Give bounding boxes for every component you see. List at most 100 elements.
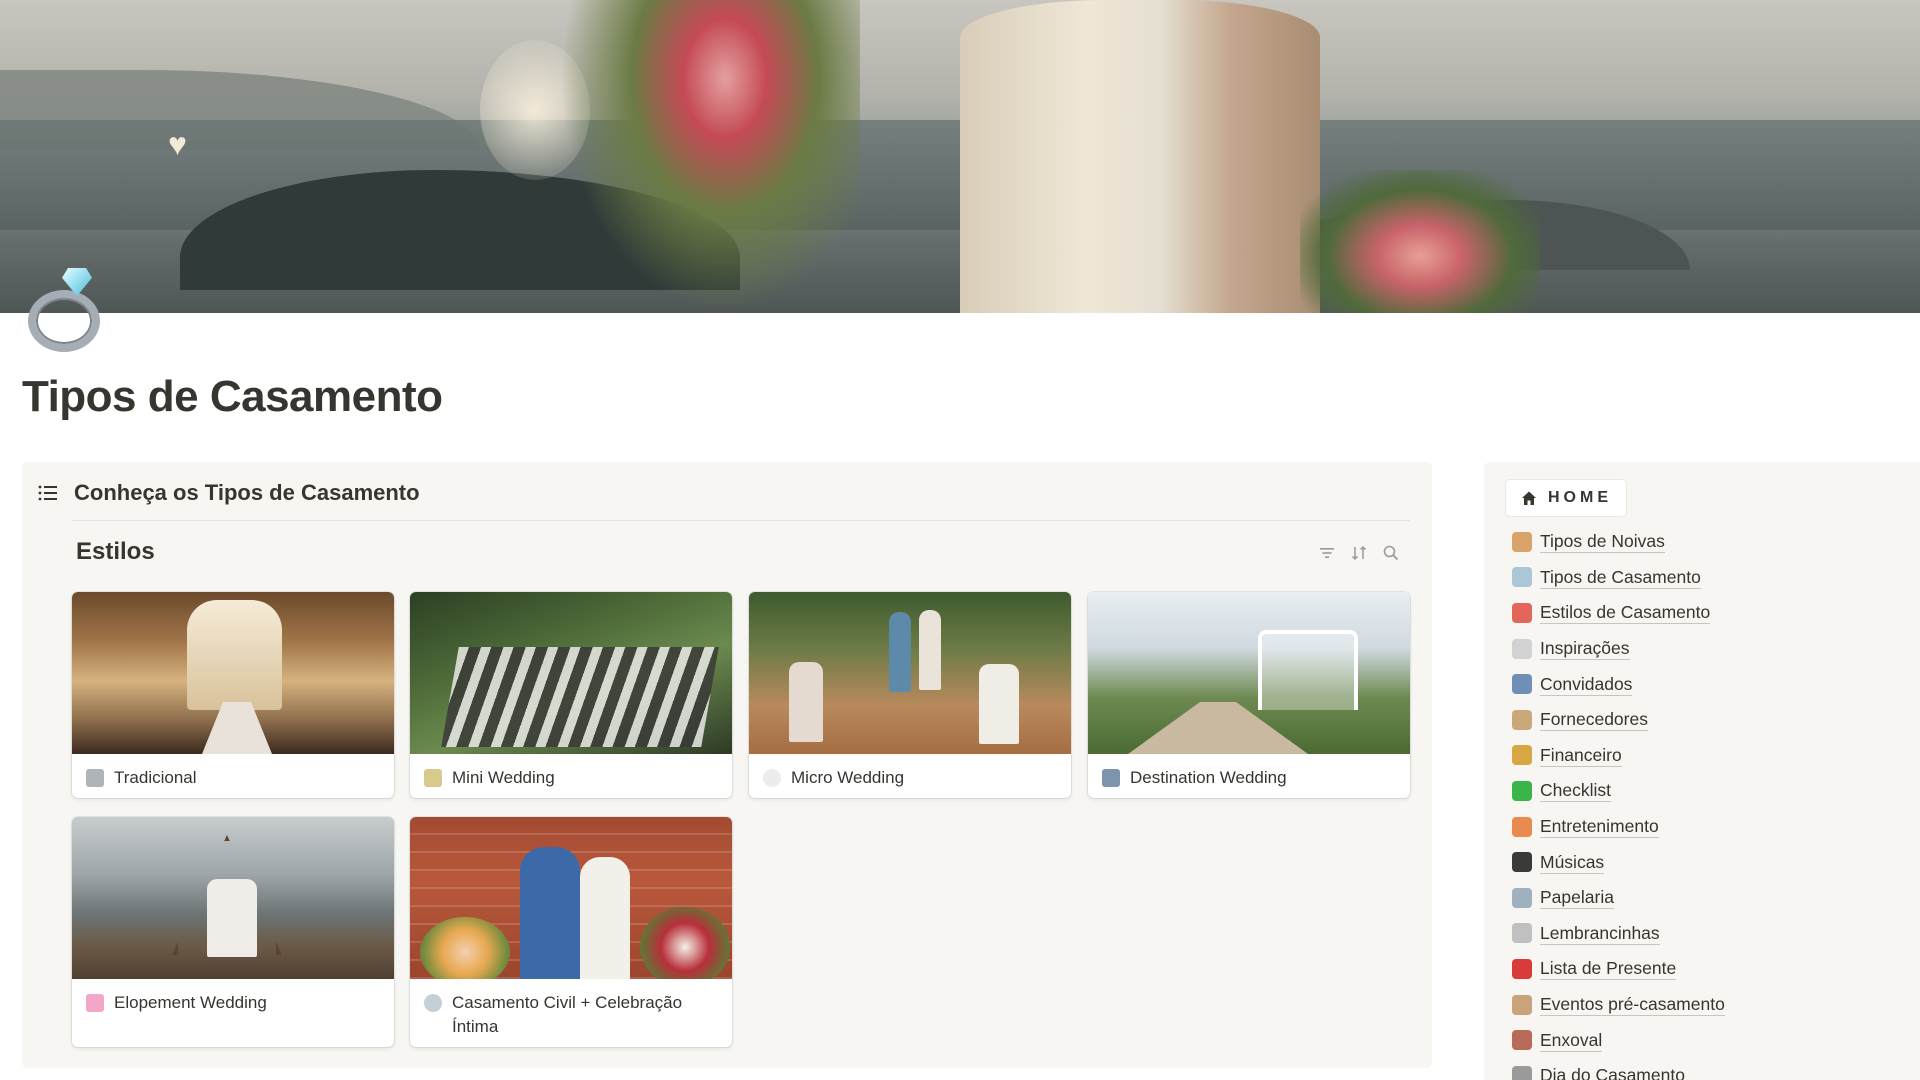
card-title: Elopement Wedding [114,993,267,1012]
gallery-card-micro-wedding[interactable]: Micro Wedding [749,592,1071,798]
person [580,857,630,979]
ring-band [28,290,100,352]
heart-icon: ♥ [168,126,187,162]
nav-item[interactable]: Papelaria [1512,880,1725,916]
person [889,612,911,692]
ring-icon[interactable] [24,262,108,358]
card-caption: Tradicional [72,754,394,798]
gallery-card-destination-wedding[interactable]: Destination Wedding [1088,592,1410,798]
nav-item[interactable]: Eventos pré-casamento [1512,987,1725,1023]
card-cover-image [749,592,1071,754]
nav-item[interactable]: Financeiro [1512,738,1725,774]
card-title: Casamento Civil + Celebração Íntima [452,993,683,1036]
nav-list: Tipos de Noivas Tipos de Casamento Estilos… [1512,524,1725,1080]
champagne-icon [1512,994,1532,1015]
card-caption: Micro Wedding [749,754,1071,798]
toggle-title: Conheça os Tipos de Casamento [74,480,420,505]
nav-item-label: Convidados [1540,673,1633,696]
bouquet [640,907,730,979]
sort-icon[interactable] [1350,544,1368,562]
church-icon [86,769,104,787]
nav-item-label: Fornecedores [1540,709,1648,732]
card-cover-image [72,817,394,979]
cover-flowers [1300,170,1540,313]
card-title: Destination Wedding [1130,768,1287,787]
person [520,847,580,979]
nav-item-label: Lista de Presente [1540,958,1677,981]
people-icon [1512,674,1532,695]
nav-item-label: Músicas [1540,851,1605,874]
nav-item[interactable]: Músicas [1512,844,1725,880]
search-icon[interactable] [1382,544,1400,562]
card-caption: Destination Wedding [1088,754,1410,798]
nav-item-label: Tipos de Noivas [1540,531,1665,554]
page-cover-image: ♥ [0,0,1920,313]
cover-couple [960,0,1320,313]
nav-item-label: Enxoval [1540,1029,1603,1052]
nav-item-label: Dia do Casamento [1540,1064,1685,1080]
nav-item-label: Tipos de Casamento [1540,566,1701,589]
music-notes-icon [1512,852,1532,873]
gift-icon [1512,923,1532,944]
gallery-card-elopement-wedding[interactable]: Elopement Wedding [72,817,394,1047]
nav-item[interactable]: Tipos de Noivas [1512,524,1725,560]
list-icon [38,485,57,501]
nav-item[interactable]: Checklist [1512,773,1725,809]
card-cover-image [72,592,394,754]
white-heart-icon [763,769,781,787]
ring-icon [424,994,442,1012]
party-popper-icon [1512,816,1532,837]
card-cover-image [410,592,732,754]
toggle-header[interactable]: Conheça os Tipos de Casamento [38,480,420,506]
church-icon [1512,1065,1532,1080]
couple [207,879,257,957]
gallery-card-mini-wedding[interactable]: Mini Wedding [410,592,732,798]
bouquet-icon [1512,602,1532,623]
money-bag-icon [1512,745,1532,766]
database-title[interactable]: Estilos [76,538,155,566]
airplane-icon [1102,769,1120,787]
filter-icon[interactable] [1318,544,1336,562]
champagne-icon [424,769,442,787]
card-title: Tradicional [114,768,197,787]
chair-rows [441,647,719,747]
nav-item-label: Checklist [1540,780,1611,803]
nav-item[interactable]: Lista de Presente [1512,951,1725,987]
bouquet-icon [86,994,104,1012]
page-title: Tipos de Casamento [22,372,443,421]
card-title: Mini Wedding [452,768,555,787]
check-box-icon [1512,780,1532,801]
card-caption: Mini Wedding [410,754,732,798]
nav-item-label: Eventos pré-casamento [1540,994,1725,1017]
nav-item[interactable]: Entretenimento [1512,809,1725,845]
present-icon [1512,958,1532,979]
gallery-card-casamento-civil[interactable]: Casamento Civil + Celebração Íntima [410,817,732,1047]
pen-icon [1512,887,1532,908]
card-title: Micro Wedding [791,768,905,787]
person [919,610,941,690]
toggle-block: Conheça os Tipos de Casamento Estilos Tr… [22,462,1432,1068]
gazebo [1258,630,1358,710]
database-toolbar [1318,544,1400,562]
gallery-card-tradicional[interactable]: Tradicional [72,592,394,798]
card-caption: Casamento Civil + Celebração Íntima [410,979,732,1047]
home-label: HOME [1548,489,1612,506]
divider [72,520,1410,521]
home-button[interactable]: HOME [1506,480,1626,516]
nav-item[interactable]: Tipos de Casamento [1512,560,1725,596]
nav-item[interactable]: Convidados [1512,666,1725,702]
clipboard-icon [1512,709,1532,730]
nav-item[interactable]: Dia do Casamento [1512,1058,1725,1080]
card-cover-image [1088,592,1410,754]
nav-item[interactable]: Enxoval [1512,1022,1725,1058]
nav-item[interactable]: Fornecedores [1512,702,1725,738]
nav-item-label: Financeiro [1540,744,1622,767]
nav-item[interactable]: Lembrancinhas [1512,916,1725,952]
bouquet [420,917,510,979]
nav-item-label: Inspirações [1540,638,1630,661]
person [979,664,1019,744]
cover-flowers [560,0,860,313]
nav-item[interactable]: Estilos de Casamento [1512,595,1725,631]
nav-item[interactable]: Inspirações [1512,631,1725,667]
thought-bubble-icon [1512,638,1532,659]
